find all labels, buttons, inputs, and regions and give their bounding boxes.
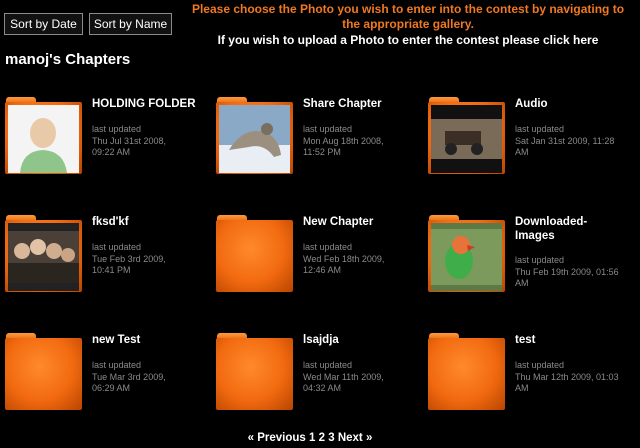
last-updated-time: AM: [515, 147, 529, 157]
last-updated-label: last updated: [303, 360, 353, 370]
parrot-photo-icon: [431, 223, 502, 291]
last-updated-label: last updated: [92, 242, 142, 252]
chapter-new-chapter[interactable]: New Chapter last updated Wed Feb 18th 20…: [216, 215, 426, 330]
contest-instructions: Please choose the Photo you wish to ente…: [180, 2, 636, 32]
contest-instructions-line1: Please choose the Photo you wish to ente…: [191, 2, 625, 16]
page-title: manoj's Chapters: [5, 51, 131, 68]
upload-click-here-link[interactable]: click here: [543, 33, 598, 47]
last-updated-date: Wed Mar 11th 2009,: [303, 372, 384, 382]
chapter-new-test[interactable]: new Test last updated Tue Mar 3rd 2009, …: [5, 333, 215, 448]
chapter-title[interactable]: Downloaded- Images: [515, 215, 625, 243]
chapter-holding-folder[interactable]: HOLDING FOLDER last updated Thu Jul 31st…: [5, 97, 215, 212]
chapter-title[interactable]: lsajdja: [303, 333, 413, 347]
chapter-title[interactable]: HOLDING FOLDER: [92, 97, 202, 111]
chapter-lsajdja[interactable]: lsajdja last updated Wed Mar 11th 2009, …: [216, 333, 426, 448]
chapter-downloaded-images[interactable]: Downloaded- Images last updated Thu Feb 1…: [428, 215, 638, 330]
chapter-title[interactable]: fksd'kf: [92, 215, 202, 229]
last-updated-date: Thu Jul 31st 2008,: [92, 136, 167, 146]
chapter-title[interactable]: New Chapter: [303, 215, 413, 229]
group-photo-icon: [8, 223, 79, 291]
last-updated-time: AM: [515, 278, 529, 288]
last-updated-date: Thu Mar 12th 2009, 01:03: [515, 372, 619, 382]
chapter-title[interactable]: Share Chapter: [303, 97, 413, 111]
last-updated-date: Tue Feb 3rd 2009,: [92, 254, 166, 264]
last-updated-date: Thu Feb 19th 2009, 01:56: [515, 267, 619, 277]
last-updated-time: 04:32 AM: [303, 383, 342, 393]
wolf-photo-icon: [219, 105, 290, 173]
chapter-audio[interactable]: Audio last updated Sat Jan 31st 2009, 11…: [428, 97, 638, 212]
avatar-placeholder-icon: [8, 105, 79, 173]
chapter-title[interactable]: test: [515, 333, 625, 347]
last-updated-time: 12:46 AM: [303, 265, 342, 275]
folder-icon[interactable]: [216, 333, 293, 410]
next-page-link[interactable]: Next »: [338, 432, 373, 444]
last-updated-date: Mon Aug 18th 2008,: [303, 136, 384, 146]
last-updated-time: 10:41 PM: [92, 265, 131, 275]
last-updated-label: last updated: [303, 242, 353, 252]
chapter-test[interactable]: test last updated Thu Mar 12th 2009, 01:…: [428, 333, 638, 448]
sort-by-name-button[interactable]: Sort by Name: [89, 13, 172, 35]
folder-icon[interactable]: [216, 215, 293, 292]
chapter-title-line2[interactable]: Images: [515, 229, 625, 243]
upload-instructions-text: If you wish to upload a Photo to enter t…: [217, 33, 543, 47]
folder-icon[interactable]: [428, 333, 505, 410]
folder-thumbnail[interactable]: [428, 97, 505, 174]
last-updated-label: last updated: [303, 124, 353, 134]
last-updated-time: 09:22 AM: [92, 147, 131, 157]
pagination: « Previous 1 2 3 Next »: [0, 432, 620, 444]
page-link-2[interactable]: 2: [319, 432, 325, 444]
folder-thumbnail[interactable]: [216, 97, 293, 174]
last-updated-time: AM: [515, 383, 529, 393]
last-updated-label: last updated: [92, 360, 142, 370]
page-link-1[interactable]: 1: [309, 432, 315, 444]
chapter-title[interactable]: new Test: [92, 333, 202, 347]
contest-instructions-line2: the appropriate gallery.: [342, 17, 474, 31]
folder-thumbnail[interactable]: [428, 215, 505, 292]
last-updated-time: 06:29 AM: [92, 383, 131, 393]
chapter-share-chapter[interactable]: Share Chapter last updated Mon Aug 18th …: [216, 97, 426, 212]
folder-thumbnail[interactable]: [5, 97, 82, 174]
upload-instructions: If you wish to upload a Photo to enter t…: [180, 33, 636, 48]
chapter-fksdkf[interactable]: fksd'kf last updated Tue Feb 3rd 2009, 1…: [5, 215, 215, 330]
last-updated-date: Sat Jan 31st 2009, 11:28: [515, 136, 615, 146]
chapter-title[interactable]: Audio: [515, 97, 625, 111]
last-updated-label: last updated: [515, 124, 565, 134]
last-updated-date: Tue Mar 3rd 2009,: [92, 372, 166, 382]
last-updated-label: last updated: [92, 124, 142, 134]
last-updated-time: 11:52 PM: [303, 147, 341, 157]
previous-page-link[interactable]: « Previous: [248, 432, 306, 444]
vehicle-photo-icon: [431, 105, 502, 173]
sort-by-date-button[interactable]: Sort by Date: [4, 13, 83, 35]
folder-icon[interactable]: [5, 333, 82, 410]
last-updated-label: last updated: [515, 360, 565, 370]
last-updated-date: Wed Feb 18th 2009,: [303, 254, 385, 264]
last-updated-label: last updated: [515, 255, 565, 265]
folder-thumbnail[interactable]: [5, 215, 82, 292]
page-link-3[interactable]: 3: [328, 432, 334, 444]
chapter-title-line1[interactable]: Downloaded-: [515, 215, 625, 229]
